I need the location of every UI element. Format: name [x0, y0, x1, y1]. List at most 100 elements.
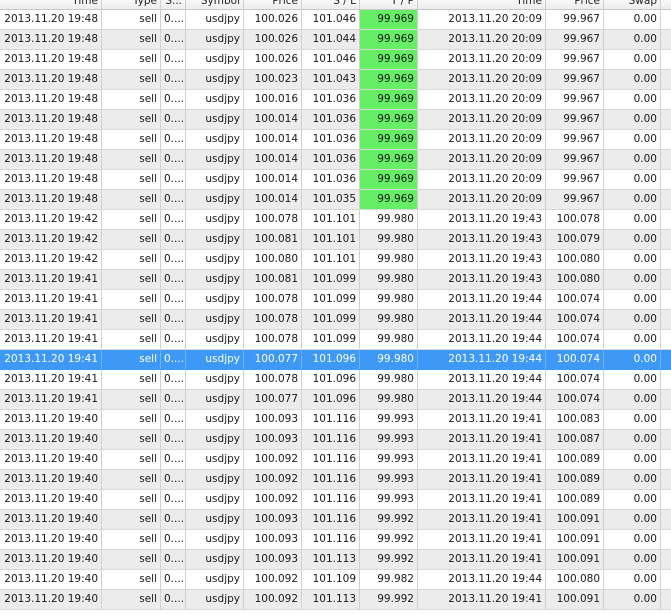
- cell-close-price: 99.967: [546, 10, 604, 29]
- cell-close-price: 100.089: [546, 470, 604, 489]
- table-row[interactable]: 2013.11.20 19:40 sell 0.... usdjpy 100.093 10…: [0, 430, 671, 450]
- cell-close-time: 2013.11.20 20:09: [418, 150, 546, 169]
- cell-close-price: 100.089: [546, 450, 604, 469]
- table-row[interactable]: 2013.11.20 19:48 sell 0.... usdjpy 100.026 10…: [0, 10, 671, 30]
- table-row[interactable]: 2013.11.20 19:40 sell 0.... usdjpy 100.092 10…: [0, 570, 671, 590]
- table-row[interactable]: 2013.11.20 19:48 sell 0.... usdjpy 100.014 10…: [0, 150, 671, 170]
- table-row[interactable]: 2013.11.20 19:48 sell 0.... usdjpy 100.016 10…: [0, 90, 671, 110]
- cell-stop-loss: 101.035: [302, 190, 360, 209]
- cell-swap: 0.00: [604, 590, 661, 609]
- cell-open-price: 100.026: [244, 50, 302, 69]
- cell-type: sell: [102, 290, 161, 309]
- column-header-symbol[interactable]: Symbol: [186, 0, 244, 9]
- cell-swap: 0.00: [604, 70, 661, 89]
- cell-close-price: 99.967: [546, 30, 604, 49]
- cell-type: sell: [102, 450, 161, 469]
- table-row[interactable]: 2013.11.20 19:48 sell 0.... usdjpy 100.026 10…: [0, 30, 671, 50]
- table-row[interactable]: 2013.11.20 19:41 sell 0.... usdjpy 100.077 10…: [0, 350, 671, 370]
- cell-close-price: 100.087: [546, 430, 604, 449]
- cell-close-price: 100.089: [546, 490, 604, 509]
- cell-take-profit: 99.982: [360, 570, 418, 589]
- table-row[interactable]: 2013.11.20 19:48 sell 0.... usdjpy 100.023 10…: [0, 70, 671, 90]
- column-header-size[interactable]: S...: [161, 0, 186, 9]
- cell-size: 0....: [161, 430, 186, 449]
- cell-take-profit: 99.980: [360, 330, 418, 349]
- cell-stop-loss: 101.036: [302, 170, 360, 189]
- cell-symbol: usdjpy: [186, 70, 244, 89]
- column-header-type[interactable]: Type: [102, 0, 161, 9]
- cell-open-price: 100.093: [244, 550, 302, 569]
- table-row[interactable]: 2013.11.20 19:48 sell 0.... usdjpy 100.014 10…: [0, 110, 671, 130]
- cell-take-profit: 99.969: [360, 10, 418, 29]
- cell-symbol: usdjpy: [186, 410, 244, 429]
- table-row[interactable]: 2013.11.20 19:41 sell 0.... usdjpy 100.078 10…: [0, 310, 671, 330]
- cell-open-time: 2013.11.20 19:41: [0, 390, 102, 409]
- cell-take-profit: 99.993: [360, 430, 418, 449]
- table-row[interactable]: 2013.11.20 19:41 sell 0.... usdjpy 100.077 10…: [0, 390, 671, 410]
- cell-open-time: 2013.11.20 19:42: [0, 210, 102, 229]
- column-header-close-price[interactable]: Price: [546, 0, 604, 9]
- cell-size: 0....: [161, 310, 186, 329]
- cell-symbol: usdjpy: [186, 130, 244, 149]
- cell-swap: 0.00: [604, 10, 661, 29]
- table-row[interactable]: 2013.11.20 19:42 sell 0.... usdjpy 100.081 10…: [0, 230, 671, 250]
- cell-swap: 0.00: [604, 410, 661, 429]
- cell-swap: 0.00: [604, 370, 661, 389]
- table-row[interactable]: 2013.11.20 19:40 sell 0.... usdjpy 100.092 10…: [0, 470, 671, 490]
- column-header-stop-loss[interactable]: S / L: [302, 0, 360, 9]
- cell-close-time: 2013.11.20 20:09: [418, 50, 546, 69]
- table-row[interactable]: 2013.11.20 19:40 sell 0.... usdjpy 100.093 10…: [0, 530, 671, 550]
- cell-close-time: 2013.11.20 19:43: [418, 210, 546, 229]
- table-row[interactable]: 2013.11.20 19:40 sell 0.... usdjpy 100.092 10…: [0, 590, 671, 610]
- cell-take-profit: 99.969: [360, 70, 418, 89]
- table-row[interactable]: 2013.11.20 19:40 sell 0.... usdjpy 100.093 10…: [0, 510, 671, 530]
- table-row[interactable]: 2013.11.20 19:48 sell 0.... usdjpy 100.014 10…: [0, 190, 671, 210]
- cell-close-price: 100.078: [546, 210, 604, 229]
- column-header-close-time[interactable]: Time: [418, 0, 546, 9]
- table-row[interactable]: 2013.11.20 19:41 sell 0.... usdjpy 100.081 10…: [0, 270, 671, 290]
- cell-stop-loss: 101.116: [302, 450, 360, 469]
- cell-swap: 0.00: [604, 150, 661, 169]
- cell-symbol: usdjpy: [186, 190, 244, 209]
- cell-type: sell: [102, 510, 161, 529]
- cell-take-profit: 99.980: [360, 310, 418, 329]
- cell-take-profit: 99.969: [360, 170, 418, 189]
- table-row[interactable]: 2013.11.20 19:41 sell 0.... usdjpy 100.078 10…: [0, 370, 671, 390]
- cell-close-price: 100.080: [546, 570, 604, 589]
- cell-stop-loss: 101.043: [302, 70, 360, 89]
- cell-open-time: 2013.11.20 19:48: [0, 150, 102, 169]
- cell-take-profit: 99.980: [360, 270, 418, 289]
- cell-close-time: 2013.11.20 19:44: [418, 370, 546, 389]
- table-row[interactable]: 2013.11.20 19:48 sell 0.... usdjpy 100.026 10…: [0, 50, 671, 70]
- table-row[interactable]: 2013.11.20 19:40 sell 0.... usdjpy 100.092 10…: [0, 490, 671, 510]
- table-row[interactable]: 2013.11.20 19:42 sell 0.... usdjpy 100.078 10…: [0, 210, 671, 230]
- table-row[interactable]: 2013.11.20 19:48 sell 0.... usdjpy 100.014 10…: [0, 130, 671, 150]
- cell-type: sell: [102, 130, 161, 149]
- cell-type: sell: [102, 570, 161, 589]
- table-row[interactable]: 2013.11.20 19:41 sell 0.... usdjpy 100.078 10…: [0, 290, 671, 310]
- table-row[interactable]: 2013.11.20 19:40 sell 0.... usdjpy 100.093 10…: [0, 550, 671, 570]
- column-header-take-profit[interactable]: T / P: [360, 0, 418, 9]
- cell-close-time: 2013.11.20 19:41: [418, 590, 546, 609]
- cell-open-price: 100.014: [244, 110, 302, 129]
- cell-size: 0....: [161, 350, 186, 369]
- table-row[interactable]: 2013.11.20 19:40 sell 0.... usdjpy 100.092 10…: [0, 450, 671, 470]
- table-row[interactable]: 2013.11.20 19:48 sell 0.... usdjpy 100.014 10…: [0, 170, 671, 190]
- cell-size: 0....: [161, 330, 186, 349]
- cell-symbol: usdjpy: [186, 210, 244, 229]
- cell-take-profit: 99.969: [360, 150, 418, 169]
- column-header-swap[interactable]: Swap: [604, 0, 661, 9]
- table-row[interactable]: 2013.11.20 19:40 sell 0.... usdjpy 100.093 10…: [0, 410, 671, 430]
- cell-open-price: 100.014: [244, 150, 302, 169]
- column-header-open-price[interactable]: Price: [244, 0, 302, 9]
- cell-stop-loss: 101.116: [302, 430, 360, 449]
- column-header-open-time[interactable]: Time: [0, 0, 102, 9]
- cell-size: 0....: [161, 530, 186, 549]
- cell-open-price: 100.016: [244, 90, 302, 109]
- table-row[interactable]: 2013.11.20 19:42 sell 0.... usdjpy 100.080 10…: [0, 250, 671, 270]
- cell-open-price: 100.077: [244, 350, 302, 369]
- cell-type: sell: [102, 30, 161, 49]
- cell-close-price: 100.074: [546, 290, 604, 309]
- table-row[interactable]: 2013.11.20 19:41 sell 0.... usdjpy 100.078 10…: [0, 330, 671, 350]
- cell-size: 0....: [161, 10, 186, 29]
